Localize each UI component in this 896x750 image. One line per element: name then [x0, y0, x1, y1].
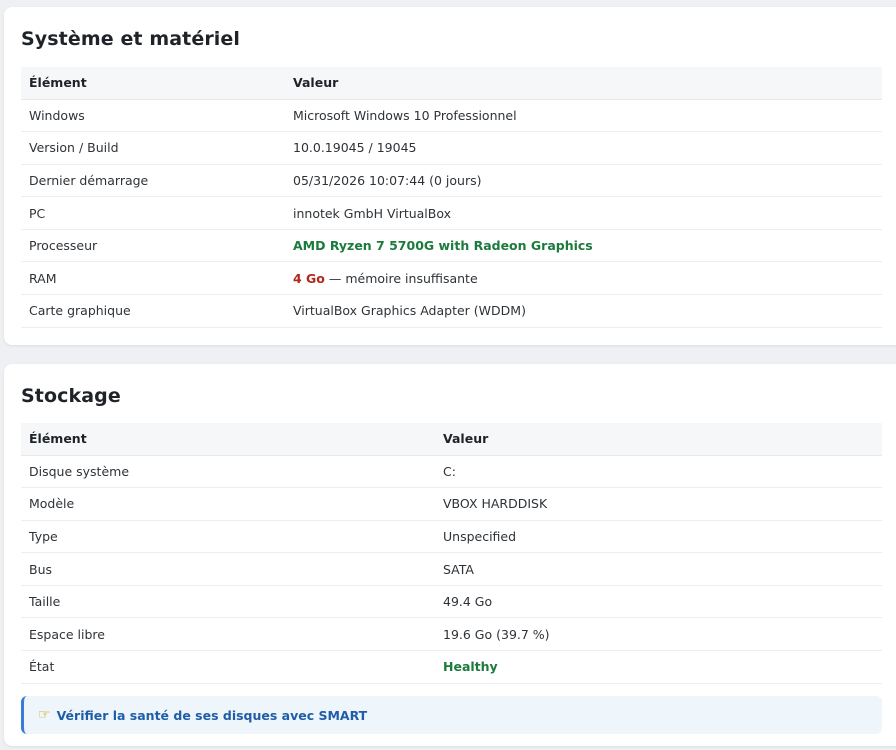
table-row: Version / Build 10.0.19045 / 19045 [21, 131, 882, 165]
row-label: PC [21, 196, 285, 230]
table-header-row: Élément Valeur [21, 423, 882, 456]
column-header-value: Valeur [285, 67, 882, 100]
row-value-health: Healthy [435, 650, 882, 684]
storage-table: Élément Valeur Disque système C: Modèle … [21, 423, 882, 684]
table-row: Windows Microsoft Windows 10 Professionn… [21, 99, 882, 133]
row-label: Modèle [21, 487, 435, 521]
smart-check-link[interactable]: ☞ Vérifier la santé de ses disques avec … [21, 696, 882, 734]
table-row: Modèle VBOX HARDDISK [21, 487, 882, 521]
row-value: 19.6 Go (39.7 %) [435, 617, 882, 652]
row-value: Unspecified [435, 520, 882, 554]
row-value: SATA [435, 552, 882, 586]
row-label: Carte graphique [21, 294, 285, 328]
ram-amount: 4 Go [293, 270, 325, 286]
table-row: Espace libre 19.6 Go (39.7 %) [21, 617, 882, 652]
ram-warning: — mémoire insuffisante [324, 270, 478, 286]
column-header-element: Élément [21, 423, 435, 456]
table-row: Bus SATA [21, 552, 882, 586]
row-label: Dernier démarrage [21, 164, 285, 198]
row-label: Type [21, 520, 435, 554]
storage-card: Stockage Élément Valeur Disque système C… [4, 364, 896, 746]
row-label: Bus [21, 552, 435, 586]
smart-check-label[interactable]: Vérifier la santé de ses disques avec SM… [57, 708, 368, 723]
row-value: VirtualBox Graphics Adapter (WDDM) [285, 294, 882, 328]
system-table: Élément Valeur Windows Microsoft Windows… [21, 67, 882, 328]
table-row: Carte graphique VirtualBox Graphics Adap… [21, 294, 882, 328]
system-section-title: Système et matériel [21, 28, 240, 50]
system-hardware-card: Système et matériel Élément Valeur Windo… [4, 7, 896, 345]
row-value-processor: AMD Ryzen 7 5700G with Radeon Graphics [285, 229, 882, 263]
column-header-element: Élément [21, 67, 285, 100]
row-label: Version / Build [21, 131, 285, 165]
row-label: Taille [21, 585, 435, 619]
row-label: Disque système [21, 455, 435, 489]
table-row: RAM 4 Go — mémoire insuffisante [21, 261, 882, 296]
column-header-value: Valeur [435, 423, 882, 456]
table-row: Processeur AMD Ryzen 7 5700G with Radeon… [21, 229, 882, 263]
table-row: Disque système C: [21, 455, 882, 489]
table-row: Dernier démarrage 05/31/2026 10:07:44 (0… [21, 164, 882, 198]
row-value: Microsoft Windows 10 Professionnel [285, 99, 882, 133]
row-value: 49.4 Go [435, 585, 882, 619]
row-value-ram: 4 Go — mémoire insuffisante [285, 261, 882, 296]
storage-section-title: Stockage [21, 385, 121, 407]
row-value: VBOX HARDDISK [435, 487, 882, 521]
pointing-hand-icon: ☞ [38, 707, 51, 723]
row-value: C: [435, 455, 882, 489]
table-header-row: Élément Valeur [21, 67, 882, 100]
row-label: Processeur [21, 229, 285, 263]
row-label: Espace libre [21, 617, 435, 652]
row-value: innotek GmbH VirtualBox [285, 196, 882, 230]
row-label: RAM [21, 261, 285, 296]
table-row: Type Unspecified [21, 520, 882, 554]
table-row: État Healthy [21, 650, 882, 684]
row-label: État [21, 650, 435, 684]
row-value: 10.0.19045 / 19045 [285, 131, 882, 165]
table-row: Taille 49.4 Go [21, 585, 882, 619]
row-value: 05/31/2026 10:07:44 (0 jours) [285, 164, 882, 198]
table-row: PC innotek GmbH VirtualBox [21, 196, 882, 230]
row-label: Windows [21, 99, 285, 133]
